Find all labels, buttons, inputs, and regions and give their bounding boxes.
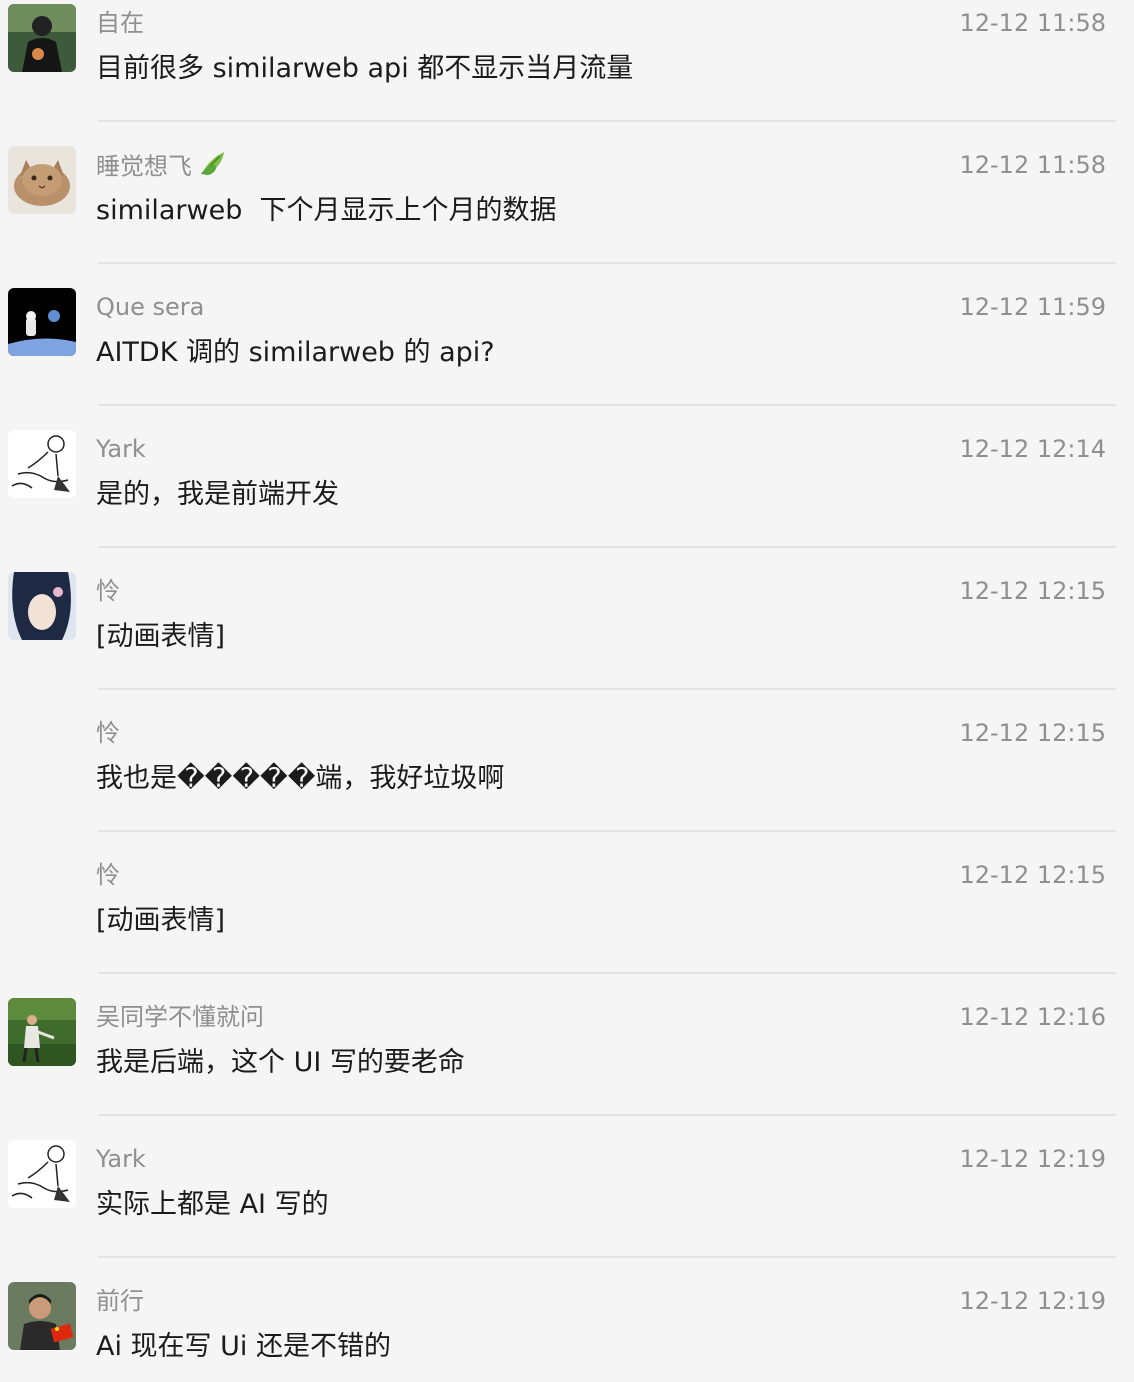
message-timestamp: 12-12 12:15 [959,861,1106,889]
avatar-anime-girl[interactable] [8,572,76,640]
sender-name: 怜 [96,719,120,747]
avatar-person-outdoor[interactable] [8,998,76,1066]
avatar-sketch[interactable] [8,1140,76,1208]
message-timestamp: 12-12 11:58 [959,9,1106,37]
avatar-cat[interactable] [8,146,76,214]
chat-message[interactable]: 吴同学不懂就问 12-12 12:16 我是后端，这个 UI 写的要老命 [0,994,1134,1136]
chat-message[interactable]: 怜 12-12 12:15 [动画表情] [0,852,1134,994]
avatar-astronaut[interactable] [8,288,76,356]
chat-message[interactable]: Yark 12-12 12:14 是的，我是前端开发 [0,426,1134,568]
sender-name: 怜 [96,861,120,889]
message-timestamp: 12-12 12:15 [959,577,1106,605]
avatar-sketch[interactable] [8,430,76,498]
message-divider [98,972,1116,974]
message-divider [98,1256,1116,1258]
message-text: 目前很多 similarweb api 都不显示当月流量 [96,53,634,84]
message-timestamp: 12-12 12:19 [959,1145,1106,1173]
avatar-man-flag[interactable] [8,1282,76,1350]
message-timestamp: 12-12 12:15 [959,719,1106,747]
sender-name: 自在 [96,9,144,37]
message-timestamp: 12-12 11:59 [959,293,1106,321]
sender-name-text: 睡觉想飞 [96,152,192,181]
message-text: [动画表情] [96,905,226,936]
leaf-icon [198,148,230,187]
message-text: 我是后端，这个 UI 写的要老命 [96,1047,465,1078]
message-text: similarweb 下个月显示上个月的数据 [96,195,557,226]
message-timestamp: 12-12 12:16 [959,1003,1106,1031]
message-text: Ai 现在写 Ui 还是不错的 [96,1331,391,1362]
message-timestamp: 12-12 12:14 [959,435,1106,463]
sender-name: Yark [96,435,146,463]
sender-name: 吴同学不懂就问 [96,1003,264,1031]
chat-message-list[interactable]: 自在 12-12 11:58 目前很多 similarweb api 都不显示当… [0,0,1134,1382]
chat-message[interactable]: 睡觉想飞 12-12 11:58 similarweb 下个月显示上个月的数据 [0,142,1134,284]
message-timestamp: 12-12 12:19 [959,1287,1106,1315]
sender-name: Yark [96,1145,146,1173]
message-divider [98,262,1116,264]
message-text: 实际上都是 AI 写的 [96,1189,329,1220]
message-timestamp: 12-12 11:58 [959,151,1106,179]
message-divider [98,546,1116,548]
message-text: [动画表情] [96,621,226,652]
message-divider [98,688,1116,690]
message-divider [98,830,1116,832]
sender-name: 前行 [96,1287,144,1315]
chat-message[interactable]: 前行 12-12 12:19 Ai 现在写 Ui 还是不错的 [0,1278,1134,1382]
message-divider [98,120,1116,122]
chat-message[interactable]: 怜 12-12 12:15 我也是�����端，我好垃圾啊 [0,710,1134,852]
sender-name: 怜 [96,577,120,605]
sender-name: 睡觉想飞 [96,148,230,187]
chat-message[interactable]: Yark 12-12 12:19 实际上都是 AI 写的 [0,1136,1134,1278]
message-text: 是的，我是前端开发 [96,479,339,510]
message-divider [98,1114,1116,1116]
chat-message[interactable]: 怜 12-12 12:15 [动画表情] [0,568,1134,710]
sender-name: Que sera [96,293,205,321]
chat-message[interactable]: Que sera 12-12 11:59 AITDK 调的 similarweb… [0,284,1134,426]
message-divider [98,404,1116,406]
message-text: AITDK 调的 similarweb 的 api? [96,337,495,368]
message-text: 我也是�����端，我好垃圾啊 [96,763,505,794]
avatar-dark-figure[interactable] [8,4,76,72]
chat-message[interactable]: 自在 12-12 11:58 目前很多 similarweb api 都不显示当… [0,0,1134,142]
